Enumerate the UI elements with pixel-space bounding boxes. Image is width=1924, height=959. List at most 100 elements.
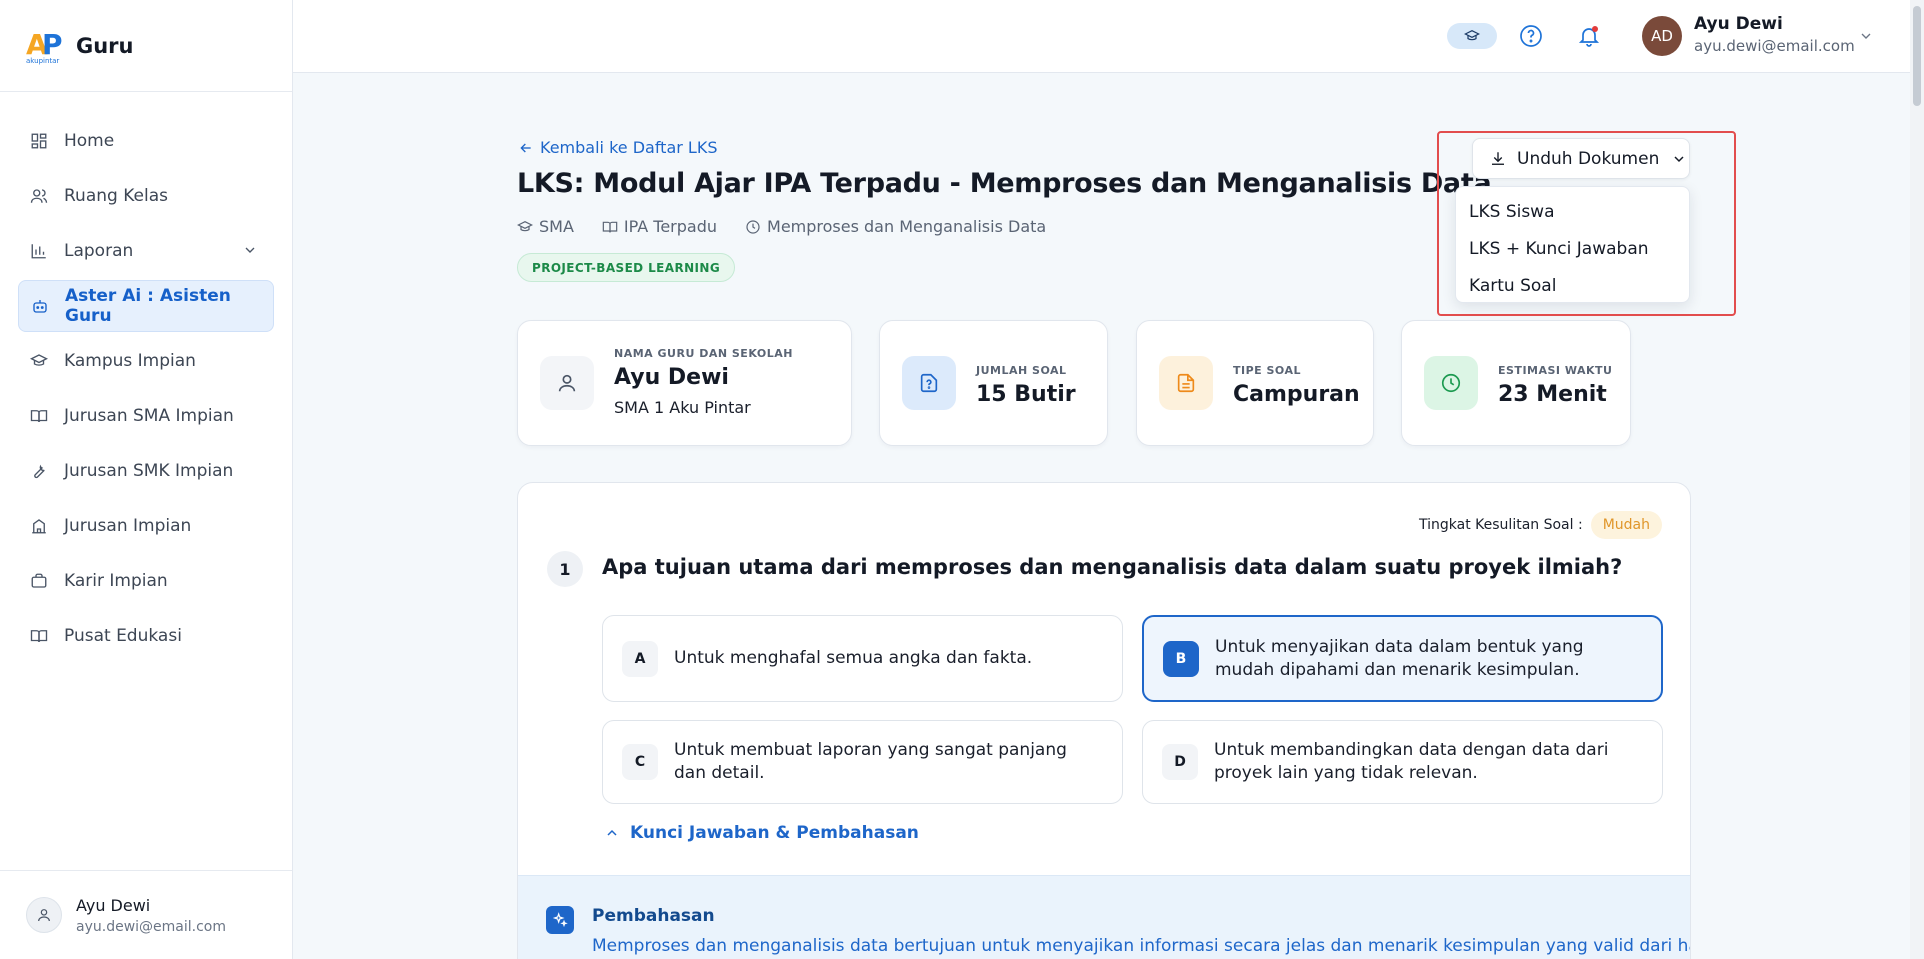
sidebar-item-label: Aster Ai : Asisten Guru <box>65 286 231 326</box>
users-icon <box>30 187 48 205</box>
graduation-cap-icon <box>517 220 533 231</box>
option-d[interactable]: D Untuk membandingkan data dengan data d… <box>1142 720 1663 804</box>
chevron-down-icon <box>1674 155 1684 162</box>
meta-row: SMA IPA Terpadu Memproses dan Menganalis… <box>517 217 1074 236</box>
robot-icon <box>31 297 49 315</box>
sidebar-item-jurusan-sma-impian[interactable]: Jurusan SMA Impian <box>18 390 274 442</box>
sidebar-item-label: Home <box>64 131 115 151</box>
download-menu: LKS Siswa LKS + Kunci Jawaban Kartu Soal <box>1455 186 1690 303</box>
meta-subject: IPA Terpadu <box>602 217 717 236</box>
option-letter: B <box>1163 640 1199 677</box>
book-icon <box>602 221 618 232</box>
sparkles-icon <box>546 906 574 934</box>
teacher-card: NAMA GURU DAN SEKOLAH Ayu Dewi SMA 1 Aku… <box>517 320 852 446</box>
bar-chart-icon <box>30 242 48 260</box>
meta-topic: Memproses dan Menganalisis Data <box>745 217 1046 236</box>
school-name: SMA 1 Aku Pintar <box>614 398 751 417</box>
sidebar-item-pusat-edukasi[interactable]: Pusat Edukasi <box>18 610 274 662</box>
chevron-down-icon[interactable] <box>242 242 258 263</box>
help-icon[interactable] <box>1519 24 1543 48</box>
meta-level: SMA <box>517 217 574 236</box>
brand[interactable]: AP akupintar Guru <box>0 0 292 92</box>
sidebar-item-kampus-impian[interactable]: Kampus Impian <box>18 335 274 387</box>
download-option-kartu-soal[interactable]: Kartu Soal <box>1456 267 1689 304</box>
explanation-panel: Pembahasan Memproses dan menganalisis da… <box>518 875 1691 959</box>
sidebar-nav: Home Ruang Kelas Laporan Aster Ai : Asis… <box>0 92 292 662</box>
file-question-icon <box>902 356 956 410</box>
sidebar-user-email: ayu.dewi@email.com <box>76 918 226 935</box>
clock-icon <box>746 219 760 234</box>
explanation-text: Memproses dan menganalisis data bertujua… <box>592 936 1691 956</box>
question-count-card: JUMLAH SOAL 15 Butir <box>879 320 1108 446</box>
topbar: AD Ayu Dewi ayu.dewi@email.com <box>293 0 1924 73</box>
option-letter: D <box>1162 744 1198 780</box>
back-link[interactable]: Kembali ke Daftar LKS <box>518 138 717 157</box>
option-text: Untuk membandingkan data dengan data dar… <box>1214 740 1609 783</box>
option-letter: C <box>622 744 658 780</box>
role-switch-button[interactable] <box>1447 23 1497 49</box>
app-name: Guru <box>76 33 134 58</box>
question-text: Apa tujuan utama dari memproses dan meng… <box>602 555 1623 579</box>
user-icon <box>38 909 50 922</box>
download-option-lks-siswa[interactable]: LKS Siswa <box>1456 193 1689 230</box>
teacher-name: Ayu Dewi <box>614 365 729 390</box>
sidebar-item-label: Pusat Edukasi <box>64 626 182 646</box>
difficulty: Tingkat Kesulitan Soal : Mudah <box>1419 511 1662 539</box>
question-number: 1 <box>547 551 583 587</box>
sidebar-item-label: Jurusan SMK Impian <box>64 461 234 481</box>
sidebar-item-label: Ruang Kelas <box>64 186 168 206</box>
notification-dot <box>1592 26 1598 32</box>
sidebar: AP akupintar Guru Home Ruang Kelas Lapor… <box>0 0 293 959</box>
book-open-icon <box>30 627 48 645</box>
time-estimate-value: 23 Menit <box>1498 382 1607 407</box>
sidebar-item-label: Jurusan Impian <box>64 516 192 536</box>
avatar <box>26 897 62 933</box>
document-icon <box>1159 356 1213 410</box>
graduation-cap-icon <box>30 352 48 370</box>
sidebar-user-name: Ayu Dewi <box>76 895 151 915</box>
sidebar-item-laporan[interactable]: Laporan <box>18 225 274 277</box>
chevron-up-icon <box>607 829 617 836</box>
building-icon <box>30 517 48 535</box>
wrench-icon <box>30 462 48 480</box>
time-estimate-label: ESTIMASI WAKTU <box>1498 364 1613 377</box>
sidebar-item-jurusan-impian[interactable]: Jurusan Impian <box>18 500 274 552</box>
option-c[interactable]: C Untuk membuat laporan yang sangat panj… <box>602 720 1123 804</box>
option-text: Untuk menyajikan data dalam bentuk yang … <box>1215 636 1584 680</box>
teacher-card-label: NAMA GURU DAN SEKOLAH <box>614 347 793 360</box>
time-estimate-card: ESTIMASI WAKTU 23 Menit <box>1401 320 1631 446</box>
topbar-user-name[interactable]: Ayu Dewi <box>1694 14 1783 34</box>
sidebar-user-profile[interactable]: Ayu Dewi ayu.dewi@email.com <box>0 870 292 959</box>
notification-bell-icon[interactable] <box>1577 24 1601 48</box>
option-a[interactable]: A Untuk menghafal semua angka dan fakta. <box>602 615 1123 702</box>
scrollbar[interactable] <box>1910 0 1924 959</box>
scrollbar-thumb[interactable] <box>1913 6 1921 106</box>
graduation-cap-icon <box>1464 29 1480 41</box>
question-type-label: TIPE SOAL <box>1233 364 1302 377</box>
arrow-left-icon <box>520 143 531 152</box>
answer-key-toggle[interactable]: Kunci Jawaban & Pembahasan <box>604 823 919 843</box>
user-icon <box>540 356 594 410</box>
sidebar-item-label: Karir Impian <box>64 571 168 591</box>
grid-icon <box>30 132 48 150</box>
explanation-title: Pembahasan <box>592 906 715 926</box>
chevron-down-icon[interactable] <box>1858 28 1874 48</box>
question-type-card: TIPE SOAL Campuran <box>1136 320 1374 446</box>
sidebar-item-home[interactable]: Home <box>18 115 274 167</box>
question-type-value: Campuran <box>1233 382 1360 407</box>
option-text: Untuk membuat laporan yang sangat panjan… <box>674 740 1067 783</box>
sidebar-item-label: Kampus Impian <box>64 351 196 371</box>
sidebar-item-ruang-kelas[interactable]: Ruang Kelas <box>18 170 274 222</box>
option-b[interactable]: B Untuk menyajikan data dalam bentuk yan… <box>1142 615 1663 702</box>
clock-icon <box>1424 356 1478 410</box>
download-option-lks-kunci-jawaban[interactable]: LKS + Kunci Jawaban <box>1456 230 1689 267</box>
topbar-user-email: ayu.dewi@email.com <box>1694 37 1855 55</box>
sidebar-item-label: Laporan <box>64 241 134 261</box>
akupintar-logo: AP akupintar <box>26 27 63 65</box>
book-icon <box>30 407 48 425</box>
sidebar-item-jurusan-smk-impian[interactable]: Jurusan SMK Impian <box>18 445 274 497</box>
sidebar-item-aster-ai[interactable]: Aster Ai : Asisten Guru <box>18 280 274 332</box>
sidebar-item-karir-impian[interactable]: Karir Impian <box>18 555 274 607</box>
download-document-button[interactable]: Unduh Dokumen <box>1472 138 1690 179</box>
user-avatar[interactable]: AD <box>1642 16 1682 56</box>
